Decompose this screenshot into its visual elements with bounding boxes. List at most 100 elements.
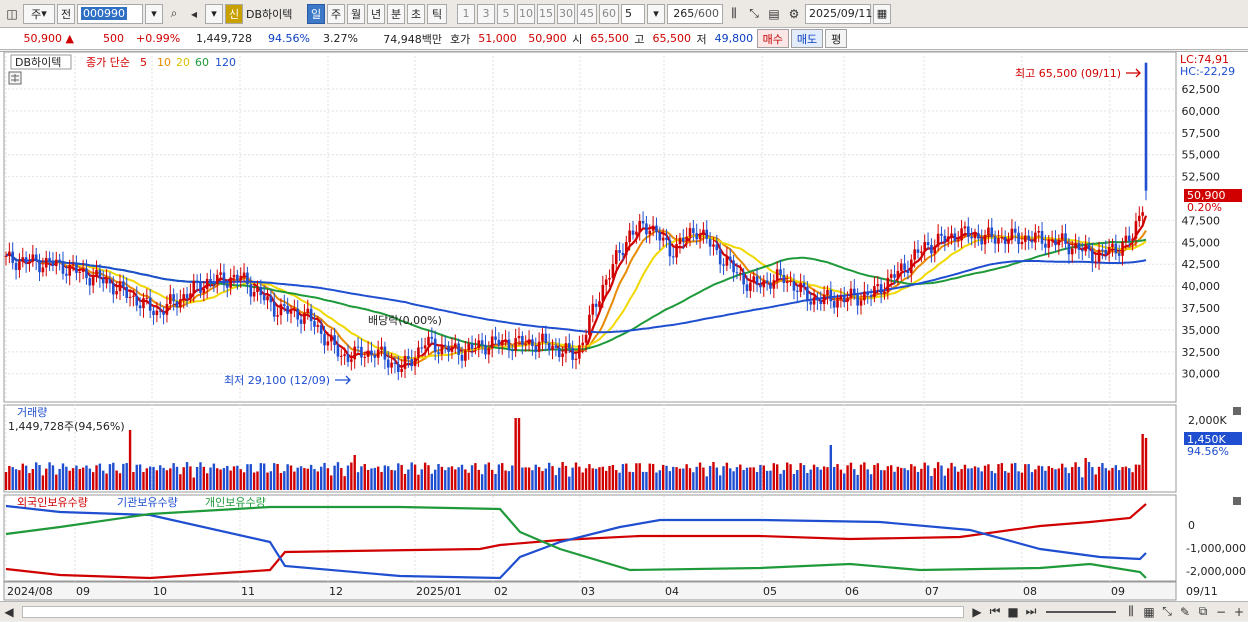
calendar-icon[interactable]: ▦ [873,3,891,24]
first-page-icon[interactable]: ⏮ [986,602,1004,622]
interval-3[interactable]: 3 [477,3,495,24]
window-icon[interactable]: ◫ [3,4,21,24]
zoom-in-icon[interactable]: + [1230,602,1248,622]
candle-body [675,243,678,258]
candle-body [601,284,605,302]
interval-60[interactable]: 60 [599,3,619,24]
volume-bar [326,468,330,490]
volume-bar [1111,467,1114,490]
volume-panel-close-icon[interactable] [1233,407,1241,415]
candle-body [269,296,273,303]
candle-body [1114,243,1118,254]
zoom-slider[interactable] [1046,610,1116,613]
candle-body [490,336,494,349]
interval-45[interactable]: 45 [577,3,597,24]
volume-bar [648,463,651,490]
candle-body [209,278,212,282]
draw-tool-icon[interactable]: ✎ [1176,602,1194,622]
period-tab-minute[interactable]: 분 [387,3,405,24]
display-count-input[interactable]: 265/600 [667,3,723,24]
chart-area[interactable]: 62,500 60,000 57,500 55,000 52,500 47,500 45,0… [0,51,1248,601]
volume-ratio-text: 94.56% [1187,445,1229,458]
candle-body [135,295,139,306]
candle-body [517,335,521,339]
volume-bar [501,463,504,490]
count-dropdown-icon[interactable]: ▾ [647,3,665,24]
speaker-icon[interactable]: ◂ [185,4,203,24]
chart-type-icon[interactable]: ⫼ [1122,602,1140,622]
eval-button[interactable]: 평 [825,29,848,48]
chart-canvas[interactable]: 62,500 60,000 57,500 55,000 52,500 47,500 45,0… [0,51,1248,602]
code-dropdown-icon[interactable]: ▾ [145,3,163,24]
volume-bar [61,463,65,490]
volume-bar [454,469,457,490]
volume-bar [886,466,890,490]
candle-body [698,235,702,240]
interval-15[interactable]: 15 [537,3,555,24]
save-icon[interactable]: ▤ [765,4,783,24]
count-input[interactable]: 5 [621,3,645,24]
candle-body [926,242,930,245]
candle-body [879,284,883,294]
sell-button[interactable]: 매도 [790,29,824,48]
candle-body [1000,236,1004,238]
stock-code-input[interactable]: 000990 [77,3,143,24]
volume-bar [762,465,765,490]
candle-body [427,336,430,346]
copy-icon[interactable]: ⧉ [1194,602,1212,622]
period-tab-week[interactable]: 주 [327,3,345,24]
period-tab-tick[interactable]: 틱 [427,3,447,24]
date-input[interactable]: 2025/09/11 [805,3,872,24]
compare-tool-icon[interactable]: ⤡ [745,4,763,24]
candle-body [437,352,440,354]
volume-bar [102,470,105,490]
volume-bar [568,476,571,490]
volume-bar [1114,465,1118,490]
candle-body [450,346,454,352]
candle-body [393,362,397,364]
buy-button[interactable]: 매수 [756,29,789,48]
scroll-left-icon[interactable]: ◀ [0,602,18,622]
candle-tool-icon[interactable]: ⫼ [725,4,743,24]
volume-bar [960,469,963,490]
hc-label: HC:-22,29 [1180,65,1235,78]
candle-body [1091,249,1094,263]
search-icon[interactable]: ⌕ [165,4,183,24]
dividend-annotation: 배당락(0,00%) [368,314,442,327]
candle-body [460,354,464,361]
zoom-out-icon[interactable]: − [1212,602,1230,622]
candle-body [671,256,675,258]
interval-10[interactable]: 10 [517,3,535,24]
volume-bar [1144,438,1148,490]
volume-bar [668,471,672,490]
stop-icon[interactable]: ■ [1004,602,1022,622]
volume-bar [350,462,353,490]
interval-5[interactable]: 5 [497,3,515,24]
volume-bar [544,468,548,490]
market-type-select[interactable]: 주 ▾ [23,3,55,24]
volume-bar [45,468,48,490]
compare-icon[interactable]: ⤡ [1158,602,1176,622]
volume-bar [792,474,796,490]
volume-bar [387,466,390,490]
interval-30[interactable]: 30 [557,3,575,24]
range-button[interactable]: 전 [57,3,75,24]
period-tab-day[interactable]: 일 [307,3,325,24]
gear-icon[interactable]: ⚙ [785,4,803,24]
scroll-right-icon[interactable]: ▶ [968,602,986,622]
volume-bar [1014,463,1017,490]
main-toolbar: ◫ 주 ▾ 전 000990 ▾ ⌕ ◂ ▾ 신 DB하이텍 일 주 월 년 분 … [0,0,1248,28]
period-tab-month[interactable]: 월 [347,3,365,24]
ma5-label: 5 [140,56,147,69]
speaker-dropdown-icon[interactable]: ▾ [205,3,223,24]
volume-bar [983,465,987,490]
last-page-icon[interactable]: ⏭ [1022,602,1040,622]
scroll-track[interactable] [22,605,964,618]
volume-bar [18,470,21,490]
grid-toggle-icon[interactable]: ▦ [1140,602,1158,622]
volume-bar [11,467,14,490]
period-tab-year[interactable]: 년 [367,3,385,24]
period-tab-second[interactable]: 초 [407,3,425,24]
holdings-panel-close-icon[interactable] [1233,497,1241,505]
interval-1[interactable]: 1 [457,3,475,24]
